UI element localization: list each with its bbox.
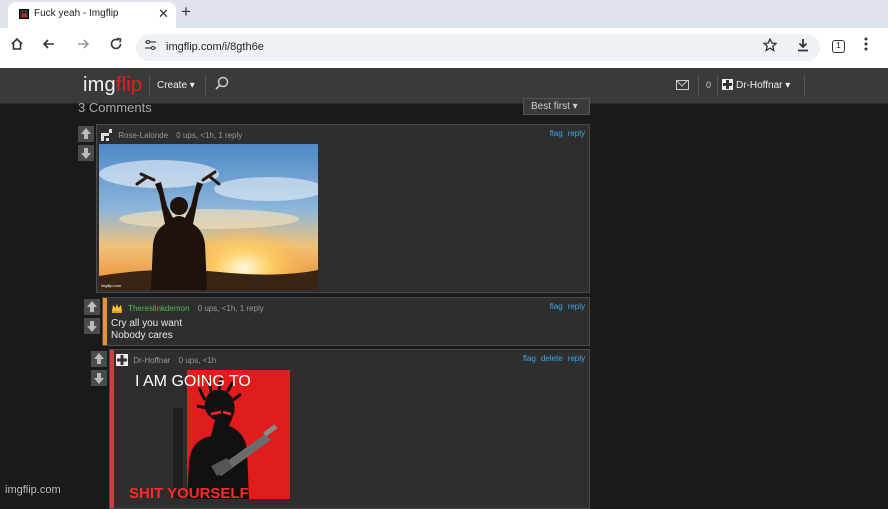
delete-link[interactable]: delete	[541, 354, 563, 363]
back-icon[interactable]	[39, 37, 59, 55]
comment-actions: flag reply	[545, 129, 585, 138]
imgflip-logo[interactable]: imgflip	[83, 74, 142, 97]
tab-count-badge[interactable]: 1	[832, 40, 845, 53]
flag-link[interactable]: flag	[550, 302, 563, 311]
upvote-arrow-icon[interactable]	[91, 351, 107, 367]
close-tab-icon[interactable]: ✕	[158, 6, 169, 22]
url-text[interactable]: imgflip.com/i/8gth6e	[166, 41, 264, 53]
upvote-arrow-icon[interactable]	[78, 126, 94, 142]
vote-column	[84, 299, 102, 337]
user-menu-button[interactable]: Dr-Hoffnar ▾	[722, 79, 790, 91]
comment-username[interactable]: Rose-Lalonde	[118, 131, 168, 140]
comment-meta: 0 ups, <1h, 1 reply	[176, 131, 243, 140]
header-divider	[804, 76, 805, 96]
downvote-arrow-icon[interactable]	[78, 145, 94, 161]
site-header: imgflip Create ▾ 0 Dr-Hoffnar ▾	[0, 68, 888, 104]
flag-link[interactable]: flag	[523, 354, 536, 363]
imgflip-favicon-icon	[19, 9, 29, 19]
download-icon[interactable]	[796, 38, 810, 56]
avatar	[722, 79, 733, 90]
comment-actions: flag delete reply	[518, 354, 585, 363]
home-icon[interactable]	[7, 37, 27, 55]
downvote-arrow-icon[interactable]	[91, 370, 107, 386]
imgflip-watermark: imgflip.com	[5, 484, 61, 496]
create-menu-button[interactable]: Create ▾	[157, 80, 195, 91]
comment-username[interactable]: Thereslinkdemon	[128, 304, 189, 313]
avatar	[116, 354, 128, 366]
search-icon[interactable]	[215, 76, 229, 90]
browser-toolbar: imgflip.com/i/8gth6e 1	[0, 28, 888, 68]
reply-stripe	[103, 298, 107, 345]
downvote-arrow-icon[interactable]	[84, 318, 100, 334]
star-icon[interactable]	[762, 37, 778, 56]
header-divider	[698, 76, 699, 96]
tab-title: Fuck yeah - Imgflip	[34, 8, 119, 19]
flag-link[interactable]: flag	[550, 129, 563, 138]
menu-icon[interactable]	[864, 37, 868, 56]
comment-meta: 0 ups, <1h	[178, 356, 217, 365]
comment-meta: 0 ups, <1h, 1 reply	[197, 304, 264, 313]
tune-icon[interactable]	[145, 39, 156, 53]
comment-header: Rose-Lalonde 0 ups, <1h, 1 reply	[101, 129, 242, 141]
vote-column	[91, 351, 109, 389]
upvote-arrow-icon[interactable]	[84, 299, 100, 315]
address-bar[interactable]: imgflip.com/i/8gth6e	[136, 34, 820, 61]
comment-header: Dr-Hoffnar 0 ups, <1h	[116, 354, 216, 366]
meme-bottom-text: SHIT YOURSELF	[129, 485, 249, 499]
meme-top-text: I AM GOING TO	[135, 373, 251, 390]
comment-meme-image[interactable]: I AM GOING TO SHIT YOURSELF	[115, 370, 290, 499]
new-tab-button[interactable]: +	[181, 2, 191, 22]
reply-stripe	[110, 350, 114, 508]
header-divider	[149, 76, 150, 96]
sort-dropdown[interactable]: Best first ▾	[523, 98, 590, 115]
image-watermark: imgflip.com	[101, 283, 122, 288]
comment-meme-image[interactable]: imgflip.com	[99, 144, 318, 290]
crown-avatar-icon	[111, 302, 123, 314]
reply-link[interactable]: reply	[568, 354, 585, 363]
comment-text: Cry all you want Nobody cares	[111, 318, 183, 341]
comment-header: Thereslinkdemon 0 ups, <1h, 1 reply	[111, 302, 264, 314]
forward-icon[interactable]	[73, 37, 93, 55]
header-divider	[205, 76, 206, 96]
browser-tab[interactable]: Fuck yeah - Imgflip ✕	[8, 2, 176, 28]
reply-link[interactable]: reply	[568, 129, 585, 138]
browser-tab-bar: Fuck yeah - Imgflip ✕ +	[0, 0, 888, 28]
comment-actions: flag reply	[545, 302, 585, 311]
notification-count[interactable]: 0	[706, 80, 711, 90]
comments-count: 3 Comments	[78, 100, 152, 115]
reply-link[interactable]: reply	[568, 302, 585, 311]
comment-username[interactable]: Dr-Hoffnar	[133, 356, 170, 365]
header-divider	[717, 76, 718, 96]
comment-reply: Thereslinkdemon 0 ups, <1h, 1 reply flag…	[102, 297, 590, 346]
reload-icon[interactable]	[106, 37, 126, 55]
avatar	[101, 129, 113, 141]
mail-icon[interactable]	[676, 80, 689, 90]
vote-column	[78, 126, 96, 164]
